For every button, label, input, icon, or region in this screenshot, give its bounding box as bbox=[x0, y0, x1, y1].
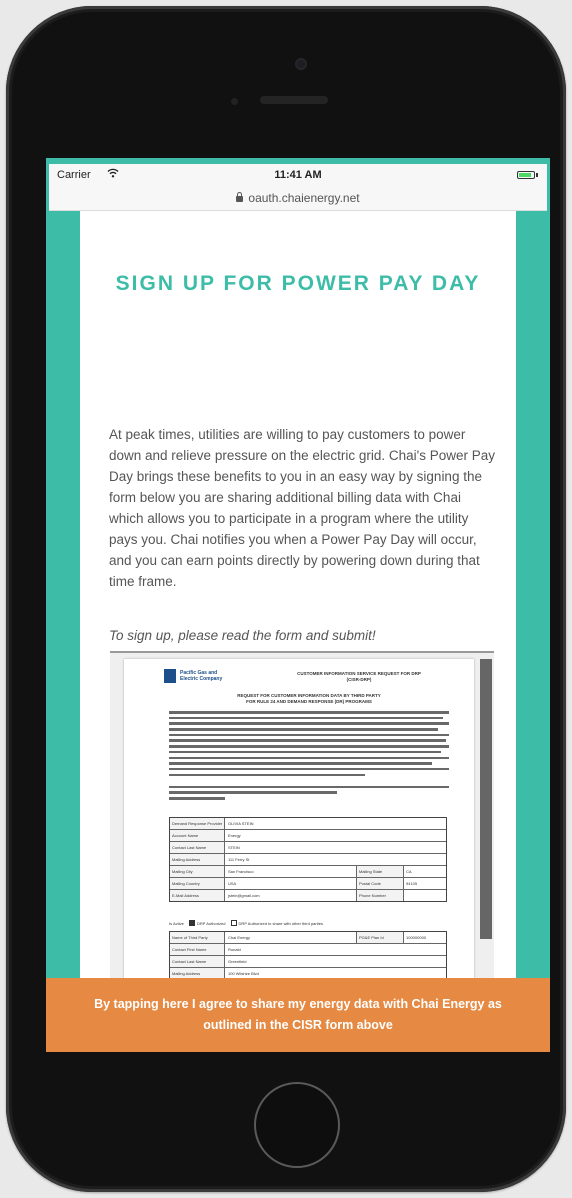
form-row-label: Contact Last Name bbox=[170, 842, 225, 853]
form-row: Contact Last Name Greenfield bbox=[170, 956, 446, 968]
agree-share-data-button[interactable]: By tapping here I agree to share my ener… bbox=[46, 978, 550, 1052]
battery-icon bbox=[517, 171, 538, 179]
form-row-label: Demand Response Provider bbox=[170, 818, 225, 829]
form-row-value: Ronald bbox=[228, 947, 241, 952]
form-row-label: Account Name bbox=[170, 830, 225, 841]
form-row-value: jstein@gmail.com bbox=[228, 893, 260, 898]
form-row-value: San Francisco bbox=[228, 869, 254, 874]
form-row: Contact First Name Ronald bbox=[170, 944, 446, 956]
form-row-value: STEIN bbox=[228, 845, 240, 850]
page: Carrier 11:41 AM oauth.chaienergy.net SI… bbox=[0, 0, 572, 1198]
checkbox-checked-icon bbox=[189, 920, 196, 926]
form-row-value: OLIVIA STEIN bbox=[228, 821, 254, 826]
home-button[interactable] bbox=[254, 1082, 340, 1168]
form-row-key: PG&E Plan Id bbox=[356, 932, 403, 943]
form-row-value: Chai Energy bbox=[228, 935, 251, 940]
form-subhead: REQUEST FOR CUSTOMER INFORMATION DATA BY… bbox=[169, 693, 449, 705]
page-content: SIGN UP FOR POWER PAY DAY At peak times,… bbox=[80, 211, 516, 1052]
form-row: Contact Last Name STEIN bbox=[170, 842, 446, 854]
form-checkbox-option-1: DRP Authorized bbox=[197, 921, 226, 926]
lock-icon bbox=[236, 192, 244, 202]
form-row: Mailing Address 111 Ferry St bbox=[170, 854, 446, 866]
status-bar: Carrier 11:41 AM bbox=[49, 164, 547, 186]
pge-logo-text: Pacific Gas and Electric Company bbox=[180, 670, 222, 682]
form-row-label: Mailing Country bbox=[170, 878, 225, 889]
form-row-label: Mailing City bbox=[170, 866, 225, 877]
form-row: Mailing Country USA Postal Code 94105 bbox=[170, 878, 446, 890]
form-header-line-2: (CISR-DRP) bbox=[346, 677, 372, 682]
phone-screen: Carrier 11:41 AM oauth.chaienergy.net SI… bbox=[46, 158, 550, 1052]
form-header: CUSTOMER INFORMATION SERVICE REQUEST FOR… bbox=[274, 671, 444, 683]
form-row-label: Contact Last Name bbox=[170, 956, 225, 967]
form-body-text bbox=[169, 711, 449, 803]
form-subhead-line-2: FOR RULE 24 AND DEMAND RESPONSE (DR) PRO… bbox=[246, 699, 372, 704]
speaker-grille bbox=[260, 96, 328, 104]
status-time: 11:41 AM bbox=[274, 169, 322, 181]
form-table-drp: Demand Response Provider OLIVIA STEIN Ac… bbox=[169, 817, 447, 902]
form-checkbox-label: Is Active bbox=[169, 921, 184, 926]
pge-logo-icon bbox=[164, 669, 176, 683]
checkbox-unchecked-icon bbox=[230, 920, 237, 926]
sensor-icon bbox=[231, 98, 238, 105]
form-row-value: Energy bbox=[228, 833, 241, 838]
form-row-key: Mailing State bbox=[356, 866, 403, 877]
url-text: oauth.chaienergy.net bbox=[248, 191, 360, 205]
form-row-key: Phone Number bbox=[356, 890, 403, 901]
form-row-key: Postal Code bbox=[356, 878, 403, 889]
form-checkbox-option-2: DRP Authorized to share with other third… bbox=[238, 921, 323, 926]
form-row: Demand Response Provider OLIVIA STEIN bbox=[170, 818, 446, 830]
form-row-value: USA bbox=[228, 881, 237, 886]
form-row-label: Contact First Name bbox=[170, 944, 225, 955]
form-row: Account Name Energy bbox=[170, 830, 446, 842]
form-row-label: Name of Third Party bbox=[170, 932, 225, 943]
form-row-value: Greenfield bbox=[228, 959, 247, 964]
form-row-label: Mailing Address bbox=[170, 854, 225, 865]
camera-icon bbox=[295, 58, 307, 70]
form-preview-scrollbar[interactable] bbox=[480, 659, 492, 939]
form-row-extra bbox=[403, 890, 446, 901]
form-row: E-Mail Address jstein@gmail.com Phone Nu… bbox=[170, 890, 446, 901]
form-row-extra: 94105 bbox=[403, 878, 446, 889]
form-row: Name of Third Party Chai Energy PG&E Pla… bbox=[170, 932, 446, 944]
form-row-extra: CA bbox=[403, 866, 446, 877]
logo-line-2: Electric Company bbox=[180, 676, 223, 682]
form-checkbox-row: Is Active DRP Authorized DRP Authorized … bbox=[169, 920, 449, 927]
form-row-label: E-Mail Address bbox=[170, 890, 225, 901]
form-row-extra: 100000000 bbox=[403, 932, 446, 943]
page-title: SIGN UP FOR POWER PAY DAY bbox=[115, 272, 481, 295]
form-row-value: 111 Ferry St bbox=[228, 857, 250, 862]
url-bar[interactable]: oauth.chaienergy.net bbox=[49, 186, 547, 211]
signup-note: To sign up, please read the form and sub… bbox=[109, 628, 376, 643]
intro-paragraph: At peak times, utilities are willing to … bbox=[109, 427, 496, 589]
form-row: Mailing City San Francisco Mailing State… bbox=[170, 866, 446, 878]
